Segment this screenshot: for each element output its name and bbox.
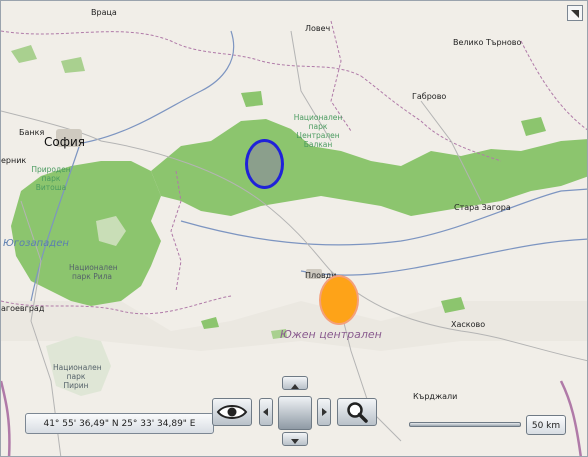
city-kardzhali-label: Кърджали [413, 392, 458, 401]
pan-down-button[interactable] [282, 432, 308, 446]
coordinates-readout: 41° 55' 36,49" N 25° 33' 34,89" E [25, 413, 214, 434]
pan-right-button[interactable] [317, 398, 331, 426]
map-ellipse-orange[interactable] [319, 275, 359, 325]
fullscreen-button[interactable] [567, 5, 583, 21]
region-south-central-label: Южен централен [280, 328, 382, 341]
park-rila-label: Национален парк Рила [69, 263, 118, 281]
city-gabrovo-label: Габрово [412, 92, 447, 101]
map-viewport[interactable]: Враца Ловеч Велико Търново Габрово Банкя… [0, 0, 588, 457]
corner-arrow-icon [571, 10, 579, 18]
city-bankya-label: Банкя [19, 128, 45, 137]
city-pernik-label: ерник [1, 156, 27, 165]
pan-left-button[interactable] [259, 398, 273, 426]
eye-icon [216, 405, 248, 419]
triangle-right-icon [322, 408, 327, 416]
city-stara-zagora-label: Стара Загора [454, 203, 511, 212]
pan-center-handle[interactable] [278, 396, 312, 430]
region-southwest-label: Югозападен [3, 238, 69, 249]
city-veliko-tarnovo-label: Велико Търново [453, 38, 522, 47]
pan-up-button[interactable] [282, 376, 308, 390]
city-sofia-label: София [44, 135, 85, 149]
triangle-up-icon [291, 384, 299, 389]
city-vratsa-label: Враца [91, 8, 117, 17]
map-ellipse-blue[interactable] [245, 139, 284, 189]
park-vitosha-label: Природен парк Витоша [31, 165, 71, 192]
scale-label: 50 km [526, 415, 566, 435]
magnifier-icon [347, 402, 368, 423]
eye-button[interactable] [212, 398, 252, 426]
triangle-left-icon [263, 408, 268, 416]
navigation-panel [212, 376, 377, 446]
park-central-balkan-label: Национален парк Централен Балкан [293, 113, 343, 149]
city-lovech-label: Ловеч [305, 24, 331, 33]
city-blagoevgrad-label: агоевград [1, 304, 45, 313]
triangle-down-icon [291, 439, 299, 444]
park-pirin-label: Национален парк Пирин [53, 363, 102, 390]
city-haskovo-label: Хасково [451, 320, 486, 329]
zoom-button[interactable] [337, 398, 377, 426]
scale-bar [409, 422, 521, 427]
